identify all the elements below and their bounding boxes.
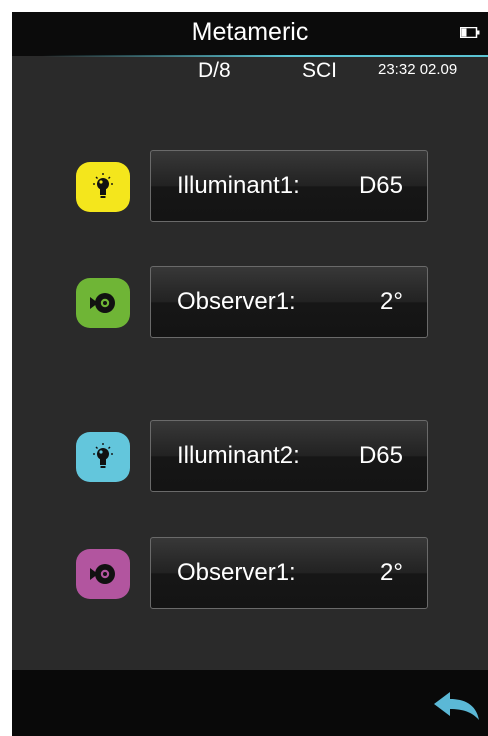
header-bar: Metameric [12,12,488,56]
footer-bar [12,670,488,736]
field-label: Observer1: [177,559,296,586]
illuminant2-row: Illuminant2: D65 [12,420,488,496]
observer2-field[interactable]: Observer1: 2° [150,537,428,609]
field-value: 2° [380,288,403,315]
lightbulb-icon[interactable] [76,432,130,482]
observer-eye-icon[interactable] [76,278,130,328]
field-value: D65 [358,442,403,469]
specular-mode-indicator: SCI [302,59,338,82]
device-screen: Metameric D/8 SCI 23:32 02.09 Illuminant… [12,12,488,736]
field-value: D65 [358,172,403,199]
observer-eye-icon[interactable] [76,549,130,599]
page-title: Metameric [191,18,309,46]
observer2-row: Observer1: 2° [12,537,488,613]
observer1-field[interactable]: Observer1: 2° [150,266,428,338]
back-arrow-icon[interactable] [430,688,482,724]
status-row: D/8 SCI 23:32 02.09 [12,58,488,86]
datetime-display: 23:32 02.09 [378,61,458,78]
illuminant1-row: Illuminant1: D65 [12,150,488,226]
field-label: Illuminant2: [177,442,300,469]
battery-icon [460,27,480,38]
geometry-indicator: D/8 [198,59,231,82]
field-label: Observer1: [177,288,296,315]
field-label: Illuminant1: [177,172,300,199]
illuminant1-field[interactable]: Illuminant1: D65 [150,150,428,222]
observer1-row: Observer1: 2° [12,266,488,342]
header-accent-line [42,55,488,57]
illuminant2-field[interactable]: Illuminant2: D65 [150,420,428,492]
lightbulb-icon[interactable] [76,162,130,212]
field-value: 2° [380,559,403,586]
